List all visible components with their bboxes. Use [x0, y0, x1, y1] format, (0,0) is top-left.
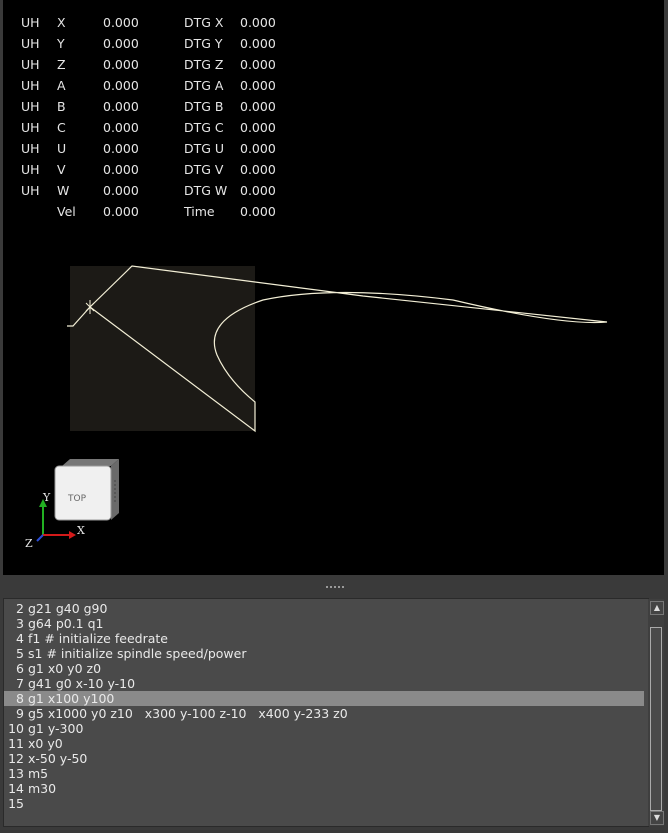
gcode-line[interactable]: 8 g1 x100 y100 — [4, 691, 644, 706]
gcode-line-number: 5 — [16, 646, 24, 661]
axis-x-label: X — [77, 524, 85, 537]
gcode-line[interactable]: 10 g1 y-300 — [4, 721, 644, 736]
3d-preview-viewport[interactable]: UH X 0.000 DTG X 0.000 UH Y 0.000 DTG Y 0.000 UH Z 0… — [3, 0, 664, 575]
axis-y-label: Y — [42, 491, 51, 504]
gcode-line-number: 14 — [8, 781, 24, 796]
pane-splitter[interactable] — [0, 578, 668, 596]
gcode-scrollbar[interactable]: ▲ ▼ — [648, 599, 664, 826]
splitter-grip-icon[interactable] — [326, 586, 344, 590]
scroll-down-arrow-icon[interactable]: ▼ — [650, 811, 664, 825]
scroll-thumb[interactable] — [650, 627, 662, 811]
gcode-line-number: 15 — [8, 796, 24, 811]
gcode-line-text: m30 — [28, 781, 57, 796]
gcode-line[interactable]: 15 — [4, 796, 644, 811]
gcode-line-text: g1 y-300 — [28, 721, 84, 736]
gcode-line-number: 10 — [8, 721, 24, 736]
gcode-line-text: x-50 y-50 — [28, 751, 88, 766]
gcode-line-text: g64 p0.1 q1 — [28, 616, 104, 631]
gcode-line[interactable]: 12 x-50 y-50 — [4, 751, 644, 766]
cube-top-label: TOP — [67, 494, 87, 504]
gcode-line[interactable]: 9 g5 x1000 y0 z10 x300 y-100 z-10 x400 y-… — [4, 706, 644, 721]
gcode-line[interactable]: 3 g64 p0.1 q1 — [4, 616, 644, 631]
gcode-line[interactable]: 6 g1 x0 y0 z0 — [4, 661, 644, 676]
gcode-line-text: g21 g40 g90 — [28, 601, 108, 616]
gcode-line-number: 4 — [16, 631, 24, 646]
gcode-line[interactable]: 7 g41 g0 x-10 y-10 — [4, 676, 644, 691]
axis-z-label: Z — [25, 537, 33, 550]
gcode-line[interactable]: 5 s1 # initialize spindle speed/power — [4, 646, 644, 661]
gcode-line-number: 7 — [16, 676, 24, 691]
gcode-line-number: 3 — [16, 616, 24, 631]
gcode-line[interactable]: 4 f1 # initialize feedrate — [4, 631, 644, 646]
extents-box — [70, 266, 255, 431]
gcode-line[interactable]: 11 x0 y0 — [4, 736, 644, 751]
gcode-line-number: 2 — [16, 601, 24, 616]
view-cube[interactable]: TOP — [54, 459, 119, 521]
gcode-line-text: g41 g0 x-10 y-10 — [28, 676, 136, 691]
gcode-line[interactable]: 2 g21 g40 g90 — [4, 601, 644, 616]
gcode-line-number: 6 — [16, 661, 24, 676]
gcode-line-text: s1 # initialize spindle speed/power — [28, 646, 247, 661]
gcode-line-number: 12 — [8, 751, 24, 766]
gcode-line-text: f1 # initialize feedrate — [28, 631, 168, 646]
gcode-line-number: 8 — [16, 691, 24, 706]
toolpath-plot[interactable]: TOP Y X Z — [3, 0, 664, 575]
gcode-line-text: x0 y0 — [28, 736, 63, 751]
gcode-line-text: g1 x0 y0 z0 — [28, 661, 102, 676]
gcode-text-view[interactable]: 2 g21 g40 g90 3 g64 p0.1 q1 4 f1 # initialize… — [3, 598, 649, 827]
gcode-line[interactable]: 14 m30 — [4, 781, 644, 796]
gcode-line-number: 13 — [8, 766, 24, 781]
gcode-line-text: g5 x1000 y0 z10 x300 y-100 z-10 x400 y-2… — [28, 706, 348, 721]
scroll-up-arrow-icon[interactable]: ▲ — [650, 601, 664, 615]
gcode-line-text: g1 x100 y100 — [28, 691, 115, 706]
gcode-line-number: 11 — [8, 736, 24, 751]
gcode-line-text: m5 — [28, 766, 49, 781]
gcode-line-number: 9 — [16, 706, 24, 721]
gcode-line[interactable]: 13 m5 — [4, 766, 644, 781]
